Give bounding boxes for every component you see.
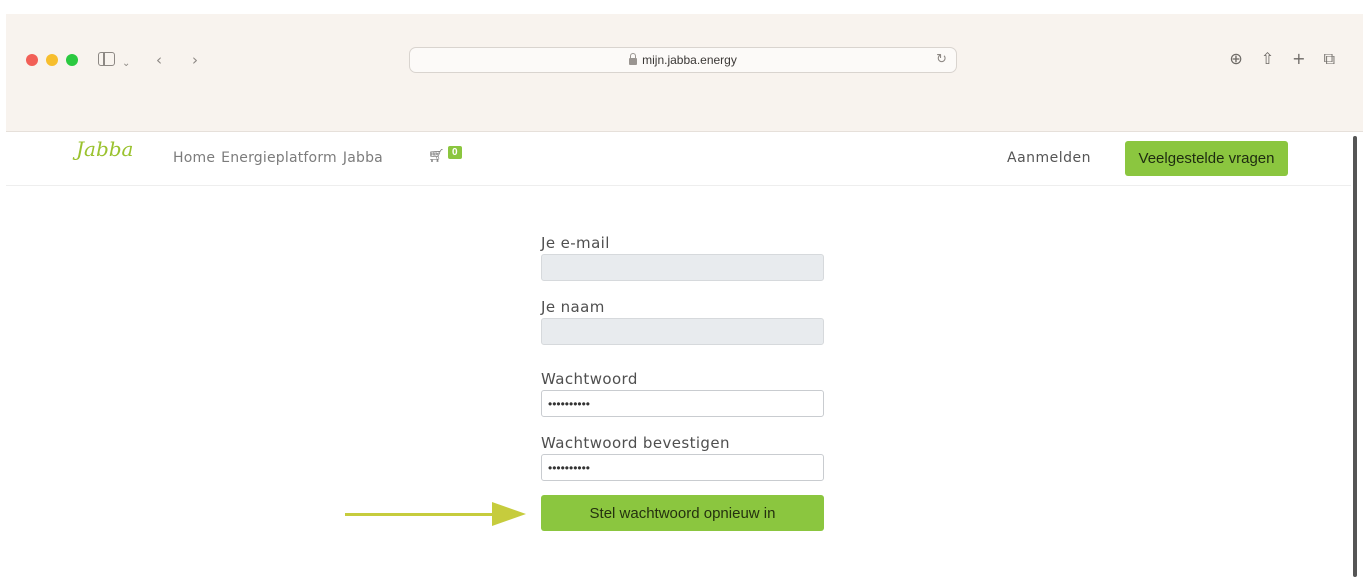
jabba-logo[interactable]: Jabba (76, 137, 133, 161)
nav-item-home[interactable]: Home (173, 150, 215, 166)
forward-icon[interactable]: › (192, 51, 198, 69)
name-label: Je naam (541, 298, 605, 316)
cart-count-badge: 0 (448, 146, 462, 159)
main-nav: Home Energieplatform Jabba (173, 150, 383, 166)
reload-icon[interactable]: ↻ (936, 52, 947, 67)
password-label: Wachtwoord (541, 370, 638, 388)
annotation-arrow-line (345, 513, 495, 516)
email-label: Je e-mail (541, 234, 610, 252)
zoom-window-button[interactable] (66, 54, 78, 66)
minimize-window-button[interactable] (46, 54, 58, 66)
url-value: mijn.jabba.energy (642, 53, 737, 67)
url-text: mijn.jabba.energy (410, 53, 956, 67)
cart-icon[interactable]: 🛒︎ (428, 149, 445, 164)
new-tab-icon[interactable]: + (1292, 50, 1305, 68)
logo-text: Jabba (76, 137, 134, 161)
reset-password-button[interactable]: Stel wachtwoord opnieuw in (541, 495, 824, 531)
nav-item-jabba[interactable]: Jabba (343, 150, 383, 166)
email-field[interactable] (541, 254, 824, 281)
toolbar-actions: ⊕ ⇧ + ⧉ (1229, 50, 1335, 68)
share-icon[interactable]: ⇧ (1261, 50, 1274, 68)
password-field[interactable] (541, 390, 824, 417)
chevron-down-icon[interactable]: ⌄ (122, 55, 130, 73)
confirm-password-field[interactable] (541, 454, 824, 481)
site-header: Jabba Home Energieplatform Jabba 🛒︎ 0 Aa… (6, 133, 1351, 186)
window-controls (26, 54, 78, 66)
faq-button[interactable]: Veelgestelde vragen (1125, 141, 1288, 176)
page-scrollbar[interactable] (1353, 136, 1357, 577)
name-field[interactable] (541, 318, 824, 345)
sidebar-toggle-icon[interactable] (98, 52, 115, 66)
browser-toolbar: ⌄ ‹ › mijn.jabba.energy ↻ ⊕ ⇧ + ⧉ (6, 14, 1363, 132)
lock-icon (629, 53, 638, 65)
tabs-overview-icon[interactable]: ⧉ (1324, 50, 1335, 68)
annotation-arrow-icon (492, 502, 526, 526)
address-bar[interactable]: mijn.jabba.energy ↻ (409, 47, 957, 73)
login-link[interactable]: Aanmelden (1007, 150, 1091, 166)
close-window-button[interactable] (26, 54, 38, 66)
back-icon[interactable]: ‹ (156, 51, 162, 69)
confirm-password-label: Wachtwoord bevestigen (541, 434, 730, 452)
download-icon[interactable]: ⊕ (1229, 50, 1242, 68)
nav-item-energieplatform[interactable]: Energieplatform (221, 150, 337, 166)
